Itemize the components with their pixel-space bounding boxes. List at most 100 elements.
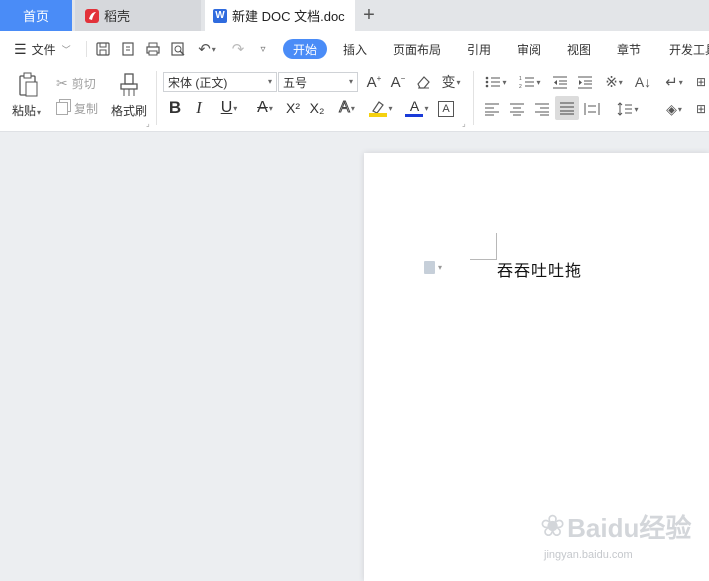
chevron-down-icon: ▾: [267, 77, 272, 86]
font-name-value: 宋体 (正文): [168, 75, 228, 90]
bullet-list-icon: [486, 76, 501, 88]
highlighter-icon: [369, 99, 388, 117]
bold-button[interactable]: B: [165, 97, 185, 119]
font-color-button[interactable]: A ▾: [402, 97, 432, 119]
docer-logo-icon: [85, 8, 99, 23]
tab-docer[interactable]: 稻壳: [75, 0, 201, 31]
format-painter-label: 格式刷: [111, 104, 148, 118]
export-pdf-icon[interactable]: [118, 39, 138, 59]
tab-developer[interactable]: 开发工具: [669, 31, 709, 67]
quick-access-dropdown-icon[interactable]: ▿: [254, 39, 272, 59]
chevron-down-icon: ▾: [388, 103, 393, 113]
italic-icon: I: [196, 98, 202, 117]
redo-icon[interactable]: ↷: [228, 39, 248, 59]
paste-button[interactable]: 粘贴▾: [12, 102, 41, 119]
tab-start-label: 开始: [292, 42, 317, 57]
format-painter-icon[interactable]: [116, 72, 142, 98]
cut-label: 剪切: [71, 77, 96, 91]
shading-button[interactable]: ◈ ▾: [660, 98, 688, 120]
align-left-icon[interactable]: [482, 98, 502, 120]
tab-chapter[interactable]: 章节: [617, 31, 641, 67]
copy-button[interactable]: 复制: [56, 100, 98, 117]
strikethrough-icon: A: [257, 99, 268, 116]
undo-button[interactable]: ↶ ▾: [193, 39, 221, 59]
font-name-select[interactable]: 宋体 (正文) ▾: [163, 72, 277, 92]
distributed-align-icon[interactable]: [582, 98, 602, 120]
print-icon[interactable]: [143, 39, 163, 59]
underline-button[interactable]: U ▾: [214, 97, 244, 119]
tab-home[interactable]: 首页: [0, 0, 72, 31]
subscript-button[interactable]: X₂: [307, 97, 327, 119]
show-marks-button[interactable]: ↵ ▾: [660, 71, 688, 93]
tab-document[interactable]: W 新建 DOC 文档.doc: [205, 0, 355, 31]
scissors-icon: ✂: [56, 75, 68, 91]
font-size-value: 五号: [283, 75, 308, 90]
bullet-list-button[interactable]: ▾: [482, 71, 510, 93]
font-size-select[interactable]: 五号 ▾: [278, 72, 358, 92]
character-border-icon[interactable]: A: [436, 98, 456, 120]
file-menu[interactable]: ☰ 文件 ﹀: [14, 31, 71, 67]
divider: [473, 71, 474, 125]
cut-button[interactable]: ✂ 剪切: [56, 75, 96, 92]
tab-page-layout-label: 页面布局: [393, 42, 442, 57]
italic-button[interactable]: I: [190, 97, 208, 119]
borders-icon[interactable]: ⊞: [693, 98, 709, 120]
paste-label: 粘贴: [12, 104, 37, 118]
grow-font-icon[interactable]: A+: [364, 71, 384, 93]
copy-icon: [56, 102, 68, 115]
format-painter-button[interactable]: 格式刷: [111, 102, 147, 119]
justify-icon[interactable]: [555, 96, 579, 120]
tab-review[interactable]: 审阅: [517, 31, 541, 67]
font-color-glyph: A: [409, 98, 420, 114]
chevron-down-icon: ▾: [350, 103, 355, 113]
save-icon[interactable]: [93, 39, 113, 59]
tab-insert[interactable]: 插入: [343, 31, 367, 67]
clear-format-icon[interactable]: [413, 71, 433, 93]
pinyin-guide-button[interactable]: 变 ▾: [437, 71, 465, 93]
underline-icon: U: [220, 99, 233, 116]
tab-view-label: 视图: [567, 42, 592, 57]
paste-icon[interactable]: [14, 72, 42, 98]
table-insert-icon[interactable]: ⊞: [693, 71, 709, 93]
chevron-down-icon: ▾: [438, 263, 443, 272]
tab-home-label: 首页: [22, 9, 49, 24]
divider: [156, 71, 157, 125]
subscript-icon: X₂: [309, 100, 325, 116]
shrink-font-icon[interactable]: A−: [388, 71, 408, 93]
decrease-indent-icon[interactable]: [550, 71, 570, 93]
chinese-layout-button[interactable]: ※ ▾: [600, 71, 628, 93]
clipboard-group-launcher-icon[interactable]: ⌟: [146, 119, 150, 128]
tab-chapter-label: 章节: [617, 42, 642, 57]
sort-icon[interactable]: A↓: [633, 71, 653, 93]
margin-corner-marker: [470, 233, 497, 260]
chevron-down-icon: ▾: [233, 103, 238, 113]
tab-view[interactable]: 视图: [567, 31, 591, 67]
document-body-text[interactable]: 吞吞吐吐拖: [497, 257, 582, 281]
paint-bucket-icon: ◈: [666, 100, 677, 117]
align-center-icon[interactable]: [507, 98, 527, 120]
tab-start[interactable]: 开始: [283, 39, 327, 59]
superscript-button[interactable]: X²: [283, 97, 303, 119]
increase-indent-icon[interactable]: [575, 71, 595, 93]
line-spacing-button[interactable]: ▾: [614, 98, 642, 120]
tab-docer-label: 稻壳: [104, 9, 131, 24]
hamburger-icon: ☰: [14, 40, 27, 57]
align-right-icon[interactable]: [532, 98, 552, 120]
divider: [86, 41, 87, 57]
highlight-color-button[interactable]: ▾: [366, 97, 396, 119]
new-tab-button[interactable]: +: [358, 0, 380, 31]
text-effect-button[interactable]: A ▾: [333, 97, 361, 119]
numbered-list-button[interactable]: 1 2 ▾: [516, 71, 544, 93]
font-group-launcher-icon[interactable]: ⌟: [462, 119, 466, 128]
tab-reference[interactable]: 引用: [467, 31, 491, 67]
chevron-down-icon: ▾: [456, 77, 461, 87]
menu-bar: ☰ 文件 ﹀ ↶ ▾ ↷ ▿ 开始 插入 页面布局 引用 审阅 视图 章节 开发工…: [0, 31, 709, 67]
word-doc-icon: W: [213, 8, 227, 23]
paragraph-handle[interactable]: ▾: [424, 261, 442, 274]
tab-page-layout[interactable]: 页面布局: [393, 31, 441, 67]
chevron-down-icon: ▾: [37, 108, 42, 117]
strikethrough-button[interactable]: A ▾: [250, 97, 280, 119]
plus-icon: +: [363, 4, 375, 26]
print-preview-icon[interactable]: [168, 39, 188, 59]
tab-document-label: 新建 DOC 文档.doc: [232, 9, 345, 24]
